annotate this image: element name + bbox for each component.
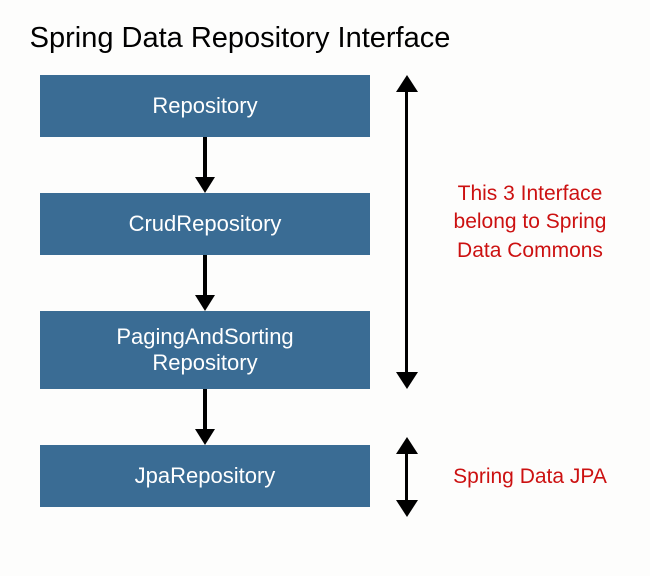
diagram-title: Spring Data Repository Interface xyxy=(0,0,480,75)
box-jpa-repository: JpaRepository xyxy=(40,445,370,507)
box-paging-sorting-repository: PagingAndSorting Repository xyxy=(40,311,370,389)
box-paging-label-1: PagingAndSorting xyxy=(116,324,293,350)
annotation-commons-line1: This 3 Interface xyxy=(440,180,620,208)
annotation-commons-line3: Data Commons xyxy=(440,237,620,265)
annotation-commons: This 3 Interface belong to Spring Data C… xyxy=(440,180,620,265)
annotation-commons-line2: belong to Spring xyxy=(440,208,620,236)
box-jpa-label: JpaRepository xyxy=(135,463,276,489)
annotation-jpa: Spring Data JPA xyxy=(440,463,620,491)
box-repository: Repository xyxy=(40,75,370,137)
diagram-body: Repository CrudRepository PagingAndSorti… xyxy=(0,75,650,575)
annotation-jpa-text: Spring Data JPA xyxy=(453,465,607,488)
box-repository-label: Repository xyxy=(152,93,257,119)
box-crud-repository: CrudRepository xyxy=(40,193,370,255)
box-crud-label: CrudRepository xyxy=(129,211,282,237)
box-paging-label-2: Repository xyxy=(152,350,257,376)
